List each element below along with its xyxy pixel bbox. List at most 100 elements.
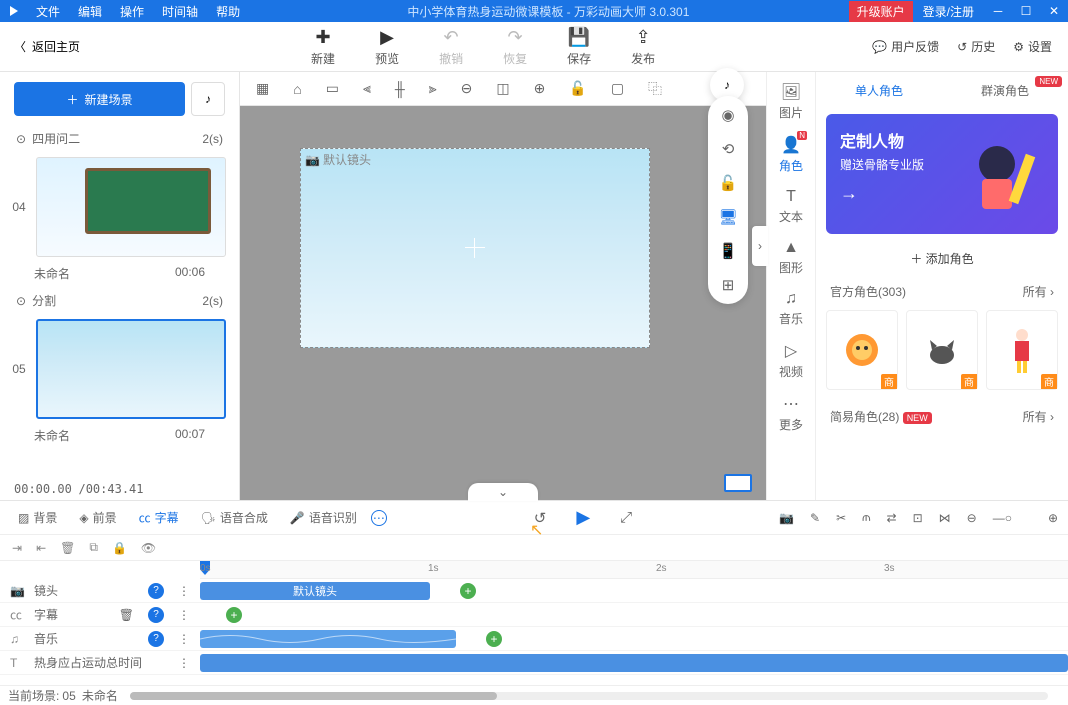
unlock-icon[interactable]: 🔓 [569,80,586,97]
music-button[interactable]: ♪ [191,82,225,116]
minimap[interactable] [724,474,752,492]
history-link[interactable]: ↺历史 [957,38,995,55]
scene-list[interactable]: ⊙四用问二 2(s) 04 未命名00:06 ⊙分割 2(s) 05 未命名00… [0,126,239,478]
more-icon[interactable]: ⋯ [371,510,387,526]
menu-icon[interactable]: ⋮ [178,608,190,622]
scene-thumbnail[interactable] [36,157,226,257]
align-right-icon[interactable]: ⫸ [429,80,437,97]
music-clip[interactable] [200,630,456,648]
delete-icon[interactable]: 🗑 [60,541,75,555]
scene-header-split[interactable]: ⊙分割 2(s) [6,288,233,313]
preview-button[interactable]: ▶预览 [375,27,399,67]
home-icon[interactable]: ⌂ [293,81,301,97]
marker-icon[interactable]: ⊡ [913,511,923,525]
align-left-icon[interactable]: ⫷ [363,80,371,97]
menu-help[interactable]: 帮助 [208,0,248,23]
menu-icon[interactable]: ⋮ [178,632,190,646]
tab-text[interactable]: T文本 [779,188,803,225]
select-icon[interactable]: ▭ [326,80,339,97]
save-button[interactable]: 💾保存 [567,27,591,67]
tab-video[interactable]: ▷视频 [779,341,803,380]
new-button[interactable]: ✚新建 [311,27,335,67]
delete-icon[interactable]: 🗑 [119,608,134,622]
tab-subtitle[interactable]: ㏄字幕 [131,505,187,530]
grid-icon[interactable]: ⊞ [722,276,735,294]
help-icon[interactable]: ? [148,607,164,623]
maximize-button[interactable]: ☐ [1012,0,1040,22]
tab-role[interactable]: N👤角色 [779,135,803,174]
zoom-slider[interactable]: —○ [993,511,1012,525]
minimize-button[interactable]: ─ [984,0,1012,22]
camera-clip[interactable]: 默认镜头 [200,582,430,600]
zoom-in-icon[interactable]: ⊕ [1048,511,1058,525]
play-icon[interactable]: ▶ [576,507,590,528]
menu-edit[interactable]: 编辑 [70,0,110,23]
ruler-icon[interactable]: ▦ [256,80,269,97]
edit-icon[interactable]: ✎ [810,511,820,525]
scene-card-04[interactable]: 04 [6,151,233,263]
publish-button[interactable]: ⇪发布 [631,27,655,67]
duplicate-icon[interactable]: ⧉ [89,540,98,555]
help-icon[interactable]: ? [148,631,164,647]
tab-asr[interactable]: 🎤语音识别 [282,505,365,530]
unlock-icon[interactable]: 🔓 [719,174,738,192]
camera-icon[interactable]: 📷 [779,511,794,525]
eye-icon[interactable]: 👁 [141,541,156,555]
role-card-clown[interactable]: 商 [986,310,1058,390]
filter-icon[interactable]: ⫙ [862,510,870,525]
camera-frame[interactable]: 📷默认镜头 [300,148,650,348]
mobile-icon[interactable]: 📱 [719,242,738,260]
tab-music[interactable]: ♫音乐 [779,290,803,327]
tab-foreground[interactable]: ◈前景 [71,505,124,530]
role-card-lion[interactable]: 商 [826,310,898,390]
tab-image[interactable]: 🖼图片 [779,82,803,121]
fullscreen-icon[interactable]: ⤢ [620,509,632,526]
sort-icon[interactable]: ⇄ [887,511,897,525]
menu-icon[interactable]: ⋮ [178,584,190,598]
rotate-icon[interactable]: ⟲ [722,140,735,158]
add-clip-button[interactable]: + [226,607,242,623]
menu-action[interactable]: 操作 [112,0,152,23]
menu-timeline[interactable]: 时间轴 [154,0,206,23]
back-home-button[interactable]: 〈 返回主页 [0,38,94,55]
zoom-out-icon[interactable]: ⊖ [967,511,977,525]
tab-single-role[interactable]: 单人角色 [816,74,942,107]
tab-group-role[interactable]: 群演角色NEW [942,74,1068,107]
filter-all-button[interactable]: 所有 › [1023,283,1054,300]
capture-icon[interactable]: ◉ [721,106,734,124]
settings-link[interactable]: ⚙设置 [1013,38,1052,55]
menu-icon[interactable]: ⋮ [178,656,190,670]
new-scene-button[interactable]: ＋新建场景 [14,82,185,116]
import-icon[interactable]: ⇥ [12,541,22,555]
scene-card-05[interactable]: 05 [6,313,233,425]
feedback-link[interactable]: 💬用户反馈 [872,38,939,55]
lock-icon[interactable]: 🔒 [112,541,127,555]
export-icon[interactable]: ⇤ [36,541,46,555]
range-icon[interactable]: ⋈ [939,511,951,525]
scene-thumbnail-selected[interactable] [36,319,226,419]
login-link[interactable]: 登录/注册 [913,1,984,22]
filter-all-button[interactable]: 所有 › [1023,408,1054,425]
redo-button[interactable]: ↷恢复 [503,27,527,67]
stage[interactable]: 📷默认镜头 ♪ ◉ ⟲ 🔓 🖥 📱 ⊞ › ⌄ [240,106,766,500]
cut-icon[interactable]: ✂ [836,511,846,525]
tab-background[interactable]: ▨背景 [10,505,65,530]
tab-more[interactable]: ⋯更多 [779,394,803,433]
close-button[interactable]: ✕ [1040,0,1068,22]
help-icon[interactable]: ? [148,583,164,599]
zoom-out-icon[interactable]: ⊖ [461,80,473,97]
menu-file[interactable]: 文件 [28,0,68,23]
rewind-icon[interactable]: ↺ [534,509,547,527]
copy-icon[interactable]: ⿻ [648,79,662,99]
upgrade-button[interactable]: 升级账户 [849,1,913,22]
scrollbar[interactable] [130,692,497,700]
scene-header-prev[interactable]: ⊙四用问二 2(s) [6,126,233,151]
align-center-icon[interactable]: ╫ [395,81,405,97]
zoom-fit-icon[interactable]: ◫ [496,80,509,97]
zoom-in-icon[interactable]: ⊕ [534,80,546,97]
add-role-button[interactable]: ＋ 添加角色 [816,240,1068,277]
role-card-cat[interactable]: 商 [906,310,978,390]
text-clip[interactable] [200,654,1068,672]
tab-shape[interactable]: ▲图形 [779,239,803,276]
desktop-icon[interactable]: 🖥 [718,208,737,226]
